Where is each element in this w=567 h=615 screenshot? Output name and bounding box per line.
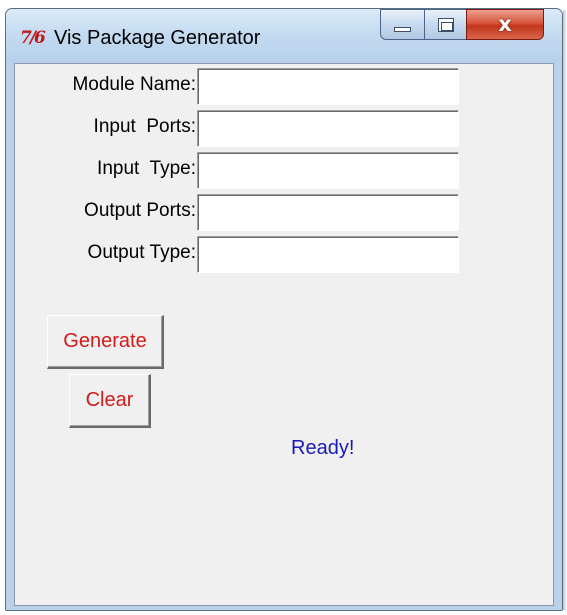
output-ports-input[interactable] bbox=[197, 194, 459, 231]
close-button[interactable]: x bbox=[466, 9, 544, 40]
clear-button[interactable]: Clear bbox=[69, 374, 151, 428]
output-ports-label: Output Ports: bbox=[84, 200, 196, 221]
module-name-label: Module Name: bbox=[72, 74, 196, 95]
client-area: Module Name: Input Ports: Input Type: Ou… bbox=[14, 63, 554, 606]
window-title: Vis Package Generator bbox=[54, 27, 261, 49]
module-name-input[interactable] bbox=[197, 68, 459, 105]
output-type-label: Output Type: bbox=[87, 242, 196, 263]
output-type-input[interactable] bbox=[197, 236, 459, 273]
input-type-label: Input Type: bbox=[97, 158, 196, 179]
maximize-button[interactable] bbox=[424, 9, 467, 40]
title-bar[interactable]: 7/6 Vis Package Generator x bbox=[6, 9, 562, 63]
status-label: Ready! bbox=[291, 437, 355, 459]
input-ports-input[interactable] bbox=[197, 110, 459, 147]
maximize-icon bbox=[437, 17, 454, 32]
minimize-button[interactable] bbox=[380, 9, 425, 40]
close-icon: x bbox=[498, 12, 512, 36]
window-shadow bbox=[563, 10, 567, 610]
generate-button[interactable]: Generate bbox=[47, 315, 164, 369]
tk-feather-icon: 7/6 bbox=[20, 28, 46, 48]
app-window: 7/6 Vis Package Generator x Module Name:… bbox=[5, 8, 563, 611]
minimize-icon bbox=[394, 26, 411, 32]
input-type-input[interactable] bbox=[197, 152, 459, 189]
input-ports-label: Input Ports: bbox=[93, 116, 196, 137]
